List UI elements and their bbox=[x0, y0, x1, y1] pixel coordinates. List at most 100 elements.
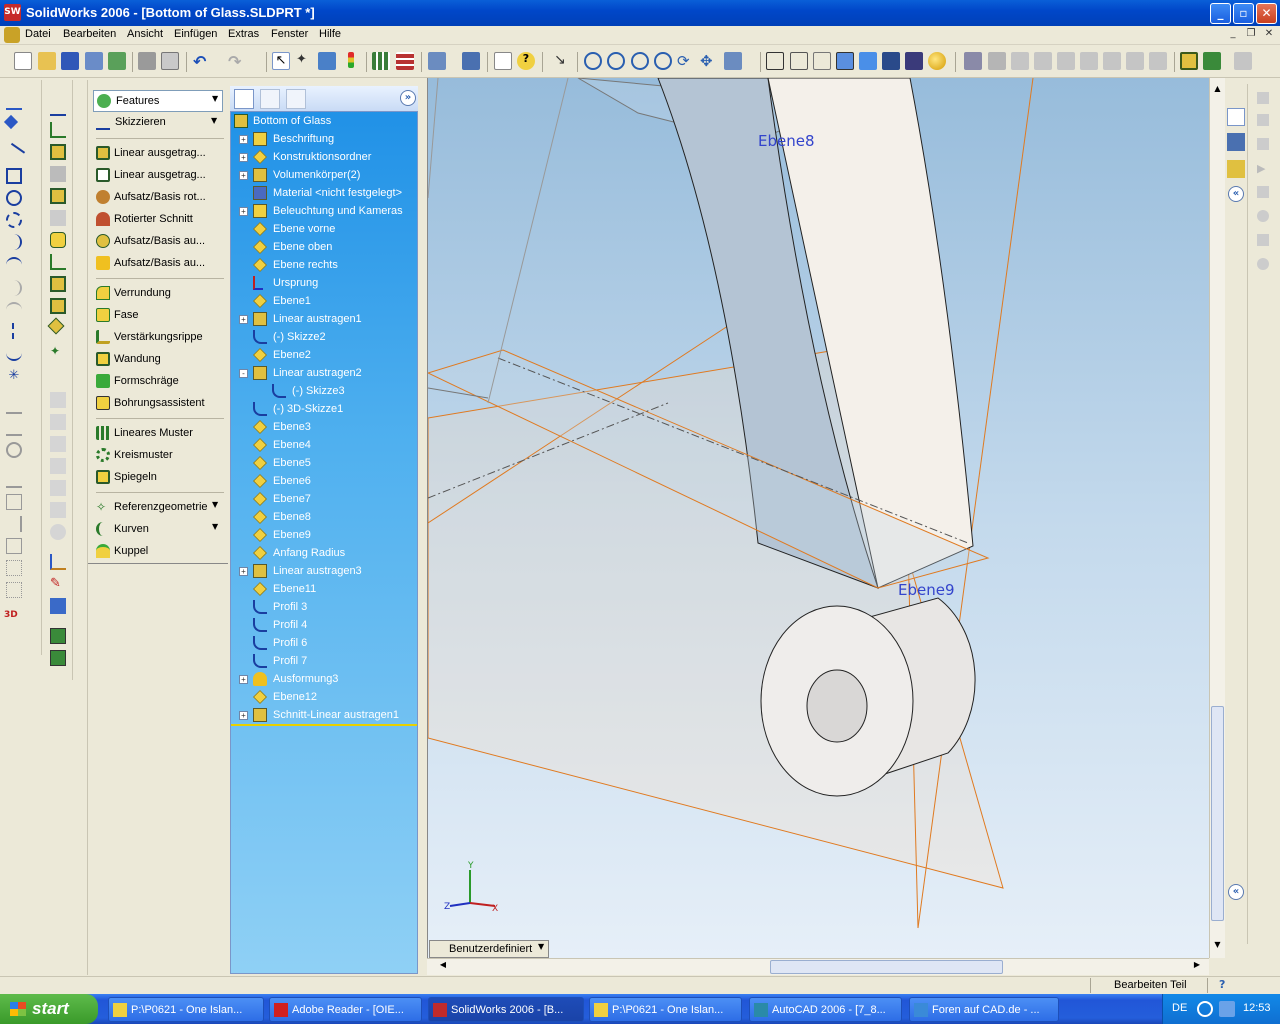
disabled-tool-7-icon[interactable] bbox=[50, 524, 66, 540]
expand-icon[interactable]: + bbox=[239, 567, 248, 576]
surfaces-icon[interactable] bbox=[988, 52, 1006, 70]
document-icon[interactable] bbox=[4, 27, 20, 43]
tree-item[interactable]: + Ausformung3 bbox=[231, 670, 417, 688]
cmd-circular-pattern[interactable]: Kreismuster bbox=[96, 445, 226, 465]
display-style-icon[interactable] bbox=[428, 52, 446, 70]
surface-knit-icon[interactable] bbox=[1057, 52, 1075, 70]
menu-fenster[interactable]: Fenster bbox=[271, 28, 308, 40]
configuration-manager-tab-icon[interactable] bbox=[286, 89, 306, 109]
surface-extend-icon[interactable] bbox=[1011, 52, 1029, 70]
make-assembly-icon[interactable] bbox=[108, 52, 126, 70]
centerline-icon[interactable] bbox=[12, 323, 28, 339]
shadows-icon[interactable] bbox=[882, 52, 900, 70]
expand-icon[interactable]: + bbox=[239, 135, 248, 144]
disabled-tool-3-icon[interactable] bbox=[50, 436, 66, 452]
tree-item[interactable]: Ebene vorne bbox=[231, 220, 417, 238]
taskbar-button[interactable]: AutoCAD 2006 - [7_8... bbox=[749, 997, 902, 1022]
record-3-icon[interactable] bbox=[1257, 258, 1269, 270]
swept-boss-icon[interactable] bbox=[50, 188, 66, 204]
sketch-icon[interactable] bbox=[6, 94, 22, 110]
tree-item[interactable]: + Beleuchtung und Kameras bbox=[231, 202, 417, 220]
tree-item[interactable]: + Volumenkörper(2) bbox=[231, 166, 417, 184]
rotate-view-icon[interactable]: ⟳ bbox=[677, 52, 695, 70]
menu-hilfe[interactable]: Hilfe bbox=[319, 28, 341, 40]
tree-item[interactable]: Material <nicht festgelegt> bbox=[231, 184, 417, 202]
chevron-down-icon[interactable]: ▼ bbox=[212, 522, 218, 531]
tree-item[interactable]: - Linear austragen2 bbox=[231, 364, 417, 382]
animation-icon[interactable] bbox=[1257, 92, 1269, 104]
expand-icon[interactable]: + bbox=[239, 207, 248, 216]
properties-icon[interactable] bbox=[494, 52, 512, 70]
undo-icon[interactable]: ↶ bbox=[193, 52, 211, 71]
record-2-icon[interactable] bbox=[1257, 234, 1269, 246]
new-icon[interactable] bbox=[14, 52, 32, 70]
surface-fill-icon[interactable] bbox=[1034, 52, 1052, 70]
features-dropdown[interactable]: Features ▼ bbox=[93, 90, 223, 112]
expand-icon[interactable]: + bbox=[239, 153, 248, 162]
wireframe-icon[interactable] bbox=[766, 52, 784, 70]
tree-item[interactable]: Ebene rechts bbox=[231, 256, 417, 274]
tree-item[interactable]: Ebene9 bbox=[231, 526, 417, 544]
copy-entities-icon[interactable] bbox=[6, 560, 22, 576]
expand-icon[interactable]: + bbox=[239, 171, 248, 180]
tree-item[interactable]: + Beschriftung bbox=[231, 130, 417, 148]
expand-icon[interactable]: + bbox=[239, 675, 248, 684]
tree-item[interactable]: + Konstruktionsordner bbox=[231, 148, 417, 166]
grid-icon[interactable] bbox=[372, 52, 390, 70]
point-icon[interactable]: ✳ bbox=[6, 368, 22, 384]
disabled-tool-2-icon[interactable] bbox=[50, 414, 66, 430]
doc-close-button[interactable]: ✕ bbox=[1261, 28, 1277, 42]
tree-item[interactable]: Ebene7 bbox=[231, 490, 417, 508]
tree-item[interactable]: Anfang Radius bbox=[231, 544, 417, 562]
feature-manager-tab-icon[interactable] bbox=[234, 89, 254, 109]
offset-entities-icon[interactable] bbox=[6, 398, 22, 414]
open-icon[interactable] bbox=[38, 52, 56, 70]
status-help-icon[interactable]: ? bbox=[1219, 978, 1233, 992]
menu-ansicht[interactable]: Ansicht bbox=[127, 28, 163, 40]
three-point-arc-icon[interactable] bbox=[6, 257, 22, 273]
rotate-entities-icon[interactable] bbox=[6, 516, 22, 532]
cmd-linear-pattern[interactable]: Lineares Muster bbox=[96, 423, 226, 443]
menu-extras[interactable]: Extras bbox=[228, 28, 259, 40]
scale-entities-icon[interactable] bbox=[6, 538, 22, 554]
cmd-revolved-cut[interactable]: Rotierter Schnitt bbox=[96, 209, 226, 229]
taskbar-button[interactable]: Adobe Reader - [OIE... bbox=[269, 997, 422, 1022]
make-drawing-icon[interactable] bbox=[85, 52, 103, 70]
play-back-icon[interactable] bbox=[1257, 138, 1269, 150]
move-entities-icon[interactable] bbox=[6, 494, 22, 510]
hole-tool-icon[interactable] bbox=[47, 317, 65, 335]
more-tools-icon[interactable] bbox=[1234, 52, 1252, 70]
linear-sketch-pattern-icon[interactable] bbox=[6, 582, 22, 598]
zoom-to-fit-icon[interactable] bbox=[584, 52, 602, 70]
start-button[interactable]: start bbox=[0, 994, 98, 1024]
animation-2-icon[interactable] bbox=[1257, 114, 1269, 126]
tree-item[interactable]: + Linear austragen3 bbox=[231, 562, 417, 580]
traffic-light-icon[interactable] bbox=[342, 52, 360, 70]
edit-sketch-icon[interactable] bbox=[50, 554, 66, 570]
chevron-down-icon[interactable]: ▼ bbox=[212, 500, 218, 509]
curves-toolbar-icon[interactable] bbox=[964, 52, 982, 70]
play-icon[interactable]: ▶ bbox=[1257, 162, 1265, 175]
taskbar-button[interactable]: P:\P0621 - One Islan... bbox=[108, 997, 264, 1022]
security-icon[interactable] bbox=[1219, 1001, 1235, 1017]
select-icon[interactable]: ↖ bbox=[272, 52, 290, 70]
rib-tool-icon[interactable] bbox=[50, 254, 66, 270]
measure-icon[interactable]: ↘ bbox=[554, 52, 572, 70]
tree-item[interactable]: Profil 6 bbox=[231, 634, 417, 652]
cmd-dome[interactable]: Kuppel bbox=[96, 541, 226, 561]
tree-item[interactable]: Profil 3 bbox=[231, 598, 417, 616]
cmd-rib[interactable]: Verstärkungsrippe bbox=[96, 327, 226, 347]
stop-icon[interactable] bbox=[1257, 186, 1269, 198]
cmd-hole-wizard[interactable]: Bohrungsassistent bbox=[96, 393, 226, 413]
tree-item[interactable]: Ebene oben bbox=[231, 238, 417, 256]
rollback-bar[interactable] bbox=[231, 724, 417, 726]
view-orientation-icon[interactable] bbox=[724, 52, 742, 70]
tree-item[interactable]: (-) 3D-Skizze1 bbox=[231, 400, 417, 418]
3d-sketch-icon[interactable]: 3D bbox=[4, 610, 20, 626]
plane-label-ebene8[interactable]: Ebene8 bbox=[758, 132, 815, 150]
assembly-insert-icon[interactable] bbox=[50, 598, 66, 614]
tree-root[interactable]: Bottom of Glass bbox=[231, 112, 417, 130]
section-view-icon[interactable] bbox=[905, 52, 923, 70]
smart-dimension-icon[interactable] bbox=[3, 114, 19, 130]
tree-item[interactable]: + Linear austragen1 bbox=[231, 310, 417, 328]
